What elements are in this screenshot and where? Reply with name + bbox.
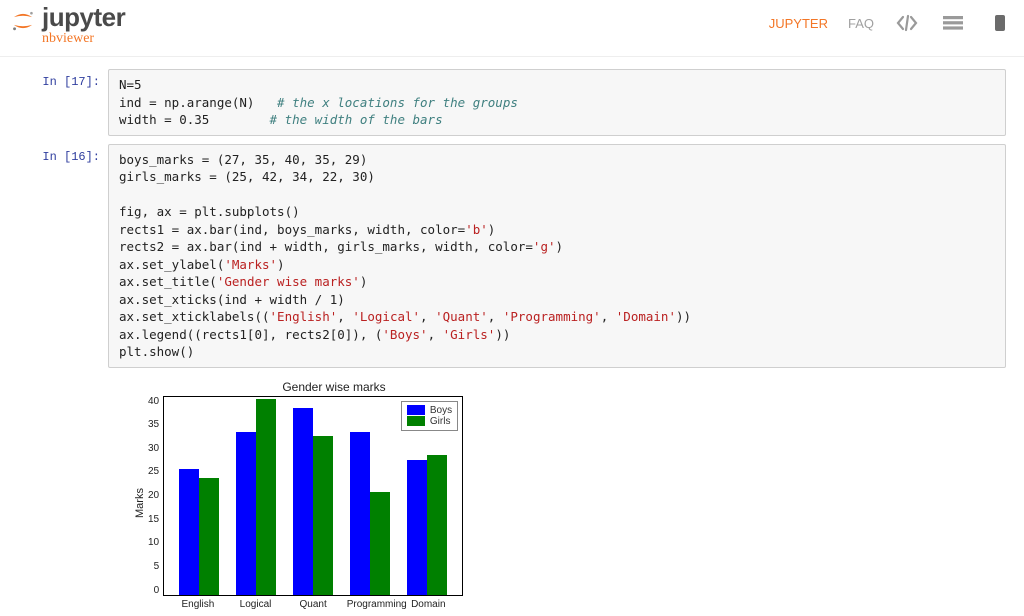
code-cell: In [17]: N=5 ind = np.arange(N) # the x … (0, 67, 1024, 142)
notebook: In [17]: N=5 ind = np.arange(N) # the x … (0, 57, 1024, 616)
chart-bars (164, 397, 462, 595)
overflow-icon[interactable] (986, 12, 1012, 34)
nav-faq[interactable]: FAQ (848, 16, 874, 31)
code-input[interactable]: boys_marks = (27, 35, 40, 35, 29) girls_… (108, 144, 1006, 368)
bar (256, 399, 276, 594)
bar (199, 478, 219, 594)
logo-top-text: jupyter (42, 4, 125, 30)
output-cell: Gender wise marks Marks 4035302520151050… (0, 374, 1024, 616)
chart-xaxis: EnglishLogicalQuantProgrammingDomain (163, 596, 463, 610)
logo-bottom-text: nbviewer (42, 32, 125, 46)
bar (407, 460, 427, 595)
logo-text: jupyter nbviewer (42, 4, 125, 46)
stack-icon[interactable] (940, 12, 966, 34)
bar (427, 455, 447, 595)
app-header: jupyter nbviewer JUPYTER FAQ (0, 0, 1024, 57)
chart-yaxis: 4035302520151050 (148, 396, 163, 596)
bar-group (236, 399, 276, 594)
input-prompt: In [17]: (0, 69, 108, 136)
chart-plot: BoysGirls (163, 396, 463, 596)
bar (370, 492, 390, 594)
bar (350, 432, 370, 595)
input-prompt: In [16]: (0, 144, 108, 368)
code-input[interactable]: N=5 ind = np.arange(N) # the x locations… (108, 69, 1006, 136)
bar-group (350, 432, 390, 595)
nav-jupyter[interactable]: JUPYTER (769, 16, 828, 31)
bar (313, 436, 333, 594)
nav-bar: JUPYTER FAQ (769, 4, 1012, 34)
bar (179, 469, 199, 595)
bar-chart: Gender wise marks Marks 4035302520151050… (132, 380, 502, 610)
logo[interactable]: jupyter nbviewer (10, 4, 125, 46)
bar-group (293, 408, 333, 594)
jupyter-icon (10, 8, 36, 34)
bar (293, 408, 313, 594)
output-area: Gender wise marks Marks 4035302520151050… (108, 376, 1006, 610)
output-prompt (0, 376, 108, 610)
code-icon[interactable] (894, 12, 920, 34)
bar-group (407, 455, 447, 595)
chart-ylabel: Marks (132, 396, 148, 610)
chart-title: Gender wise marks (166, 380, 502, 394)
bar (236, 432, 256, 595)
bar-group (179, 469, 219, 595)
code-cell: In [16]: boys_marks = (27, 35, 40, 35, 2… (0, 142, 1024, 374)
